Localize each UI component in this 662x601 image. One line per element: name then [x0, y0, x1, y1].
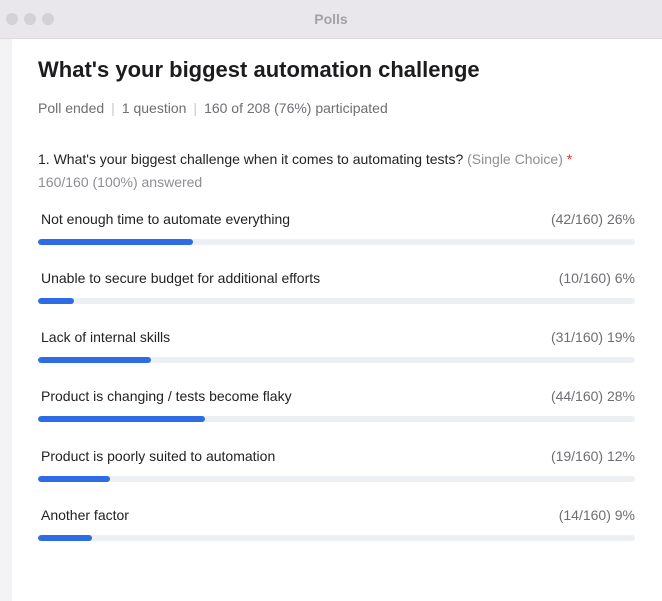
- option-bar-track: [38, 239, 635, 245]
- option-bar-fill: [38, 416, 206, 422]
- answered-count: 160/160 (100%) answered: [38, 174, 203, 190]
- poll-title: What's your biggest automation challenge: [38, 57, 480, 82]
- title-bar: Polls: [0, 0, 662, 39]
- option-result: (44/160) 28%: [550, 388, 635, 404]
- poll-status: Poll ended: [38, 100, 105, 116]
- option-bar-track: [38, 416, 635, 422]
- option-label: Product is changing / tests become flaky: [41, 388, 292, 404]
- poll-option: Lack of internal skills (31/160) 19%: [38, 329, 635, 373]
- option-result: (31/160) 19%: [550, 329, 635, 345]
- option-bar-track: [38, 476, 635, 482]
- question-label: 1. What's your biggest challenge when it…: [38, 151, 464, 167]
- option-bar-track: [38, 535, 635, 541]
- option-bar-fill: [38, 535, 92, 541]
- poll-option: Unable to secure budget for additional e…: [38, 270, 635, 314]
- option-bar-track: [38, 298, 635, 304]
- question-text: 1. What's your biggest challenge when it…: [38, 151, 572, 167]
- window-title: Polls: [314, 11, 348, 27]
- option-bar-fill: [38, 239, 194, 245]
- poll-option: Product is poorly suited to automation (…: [38, 448, 635, 492]
- meta-separator: |: [111, 100, 115, 116]
- poll-option: Another factor (14/160) 9%: [38, 507, 635, 551]
- left-edge-strip: [0, 39, 12, 601]
- poll-option: Product is changing / tests become flaky…: [38, 388, 635, 432]
- meta-separator: |: [193, 100, 198, 116]
- option-result: (42/160) 26%: [550, 211, 635, 227]
- poll-option: Not enough time to automate everything (…: [38, 211, 635, 255]
- option-result: (19/160) 12%: [550, 448, 635, 464]
- poll-participation: 160 of 208 (76%) participated: [204, 100, 388, 116]
- required-marker: *: [566, 151, 573, 167]
- option-label: Not enough time to automate everything: [41, 211, 291, 227]
- option-bar-fill: [38, 298, 74, 304]
- option-result: (10/160) 6%: [558, 270, 635, 286]
- option-bar-track: [38, 357, 635, 363]
- option-bar-fill: [38, 357, 152, 363]
- option-label: Unable to secure budget for additional e…: [41, 270, 321, 286]
- polls-window: Polls What's your biggest automation cha…: [0, 0, 662, 601]
- poll-meta: Poll ended | 1 question | 160 of 208 (76%) p…: [38, 100, 388, 116]
- option-bar-fill: [38, 476, 110, 482]
- option-label: Product is poorly suited to automation: [41, 448, 276, 464]
- option-label: Lack of internal skills: [41, 329, 171, 345]
- option-result: (14/160) 9%: [558, 507, 635, 523]
- question-type: (Single Choice): [467, 151, 563, 167]
- option-label: Another factor: [41, 507, 129, 523]
- poll-question-count: 1 question: [121, 100, 187, 116]
